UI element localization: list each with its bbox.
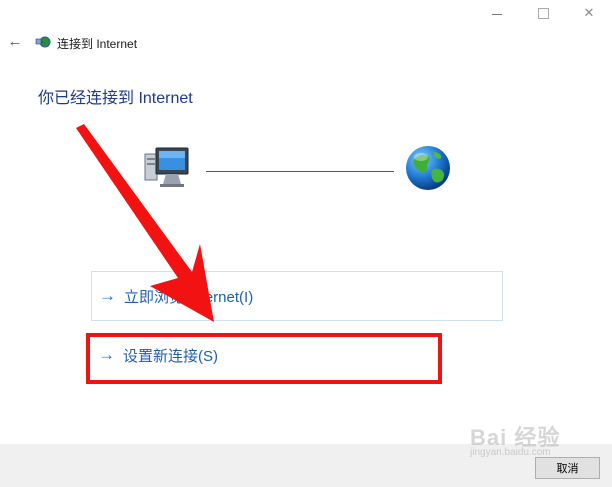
cancel-button[interactable]: 取消 bbox=[535, 457, 600, 479]
minimize-icon bbox=[492, 13, 502, 15]
title-bar: ✕ bbox=[0, 0, 612, 28]
close-button[interactable]: ✕ bbox=[566, 0, 612, 26]
browse-internet-option[interactable]: → 立即浏览 Internet(I) bbox=[91, 271, 503, 321]
arrow-right-icon: → bbox=[99, 286, 116, 305]
window-title: 连接到 Internet bbox=[57, 37, 138, 51]
annotation-arrow bbox=[76, 124, 214, 322]
globe-icon bbox=[406, 146, 450, 190]
back-arrow-icon[interactable]: ← bbox=[6, 33, 24, 51]
maximize-icon bbox=[537, 7, 549, 19]
computer-icon bbox=[144, 147, 189, 187]
maximize-button[interactable] bbox=[520, 0, 566, 26]
connection-line bbox=[206, 171, 394, 172]
browse-internet-label: 立即浏览 Internet(I) bbox=[124, 288, 254, 306]
minimize-button[interactable] bbox=[474, 0, 520, 26]
network-globe-icon bbox=[35, 36, 51, 48]
page-heading: 你已经连接到 Internet bbox=[38, 90, 193, 107]
annotation-highlight-box bbox=[86, 333, 442, 384]
